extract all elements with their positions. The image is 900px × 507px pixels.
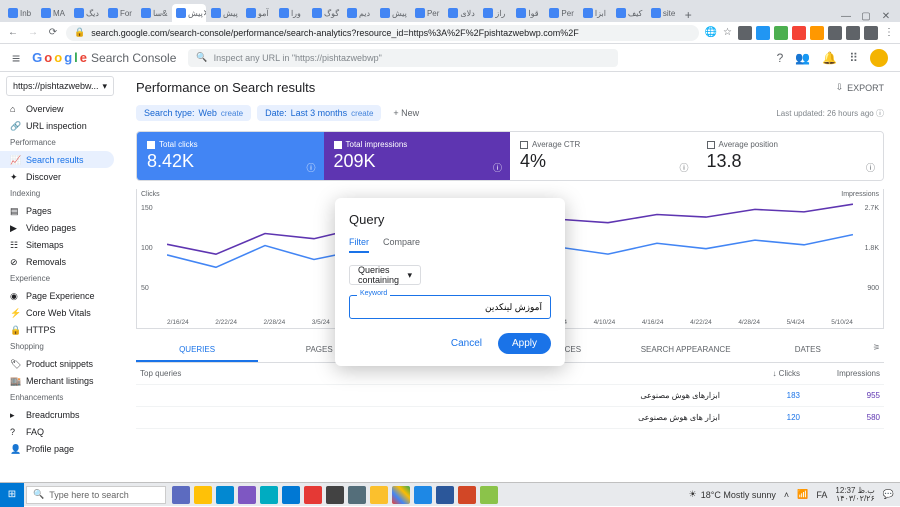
taskbar-apps: [172, 486, 498, 504]
extension-icon[interactable]: [756, 26, 770, 40]
browser-tab[interactable]: گوگ: [308, 4, 342, 22]
taskbar-app-icon[interactable]: [414, 486, 432, 504]
browser-tab[interactable]: پیش: [376, 4, 410, 22]
extension-icon[interactable]: [738, 26, 752, 40]
sun-icon: ☀: [689, 489, 697, 500]
taskbar-app-icon[interactable]: [260, 486, 278, 504]
browser-tab[interactable]: سا&: [137, 4, 171, 22]
extension-icon[interactable]: [774, 26, 788, 40]
nav-reload[interactable]: ⟳: [46, 27, 60, 38]
tray-chevron-icon[interactable]: ˄: [784, 490, 789, 500]
window-maximize[interactable]: ▢: [856, 11, 876, 22]
taskbar-chrome-icon[interactable]: [392, 486, 410, 504]
taskbar-app-icon[interactable]: [348, 486, 366, 504]
extension-icon[interactable]: [810, 26, 824, 40]
taskbar-app-icon[interactable]: [238, 486, 256, 504]
browser-tab[interactable]: site: [647, 4, 679, 22]
browser-tab[interactable]: Inb: [4, 4, 36, 22]
browser-tab[interactable]: پیش✕: [172, 4, 206, 22]
clock-date[interactable]: ۱۴۰۳/۰۲/۲۶: [835, 495, 874, 503]
keyword-input[interactable]: [349, 295, 551, 319]
window-close[interactable]: ✕: [876, 11, 896, 22]
modal-tab-filter[interactable]: Filter: [349, 237, 369, 253]
taskbar-powerpoint-icon[interactable]: [458, 486, 476, 504]
taskbar-app-icon[interactable]: [480, 486, 498, 504]
browser-tab[interactable]: دلای: [444, 4, 478, 22]
windows-taskbar: ⊞ 🔍 Type here to search ☀ 18°C Mostly su…: [0, 482, 900, 506]
url-input[interactable]: 🔒 search.google.com/search-console/perfo…: [66, 25, 699, 41]
taskbar-word-icon[interactable]: [436, 486, 454, 504]
window-minimize[interactable]: —: [836, 11, 856, 22]
translate-icon[interactable]: 🌐: [705, 27, 717, 38]
browser-tab[interactable]: دیگ: [70, 4, 103, 22]
chevron-down-icon: ▾: [407, 270, 412, 281]
filter-operator-dropdown[interactable]: Queries containing ▾: [349, 265, 421, 285]
browser-tab[interactable]: ورا: [275, 4, 307, 22]
extension-icon[interactable]: [792, 26, 806, 40]
url-text: search.google.com/search-console/perform…: [91, 28, 579, 38]
browser-tab[interactable]: MA: [37, 4, 69, 22]
cancel-button[interactable]: Cancel: [443, 333, 490, 354]
taskbar-app-icon[interactable]: [326, 486, 344, 504]
browser-tab[interactable]: ابزا: [579, 4, 611, 22]
language-indicator[interactable]: FA: [816, 490, 827, 500]
taskbar-app-icon[interactable]: [370, 486, 388, 504]
modal-tab-compare[interactable]: Compare: [383, 237, 420, 253]
browser-tab[interactable]: آمو: [242, 4, 274, 22]
site-info-icon[interactable]: 🔒: [74, 27, 85, 38]
tray-wifi-icon[interactable]: 📶: [797, 489, 808, 500]
keyword-field-label: Keyword: [357, 290, 390, 297]
taskbar-search[interactable]: 🔍 Type here to search: [26, 486, 166, 504]
browser-tab[interactable]: Per: [545, 4, 577, 22]
search-icon: 🔍: [33, 489, 44, 500]
weather-widget[interactable]: ☀ 18°C Mostly sunny: [689, 489, 776, 500]
new-tab-button[interactable]: +: [680, 8, 696, 22]
taskbar-app-icon[interactable]: [304, 486, 322, 504]
apply-button[interactable]: Apply: [498, 333, 551, 354]
browser-tab[interactable]: راز: [479, 4, 511, 22]
taskbar-app-icon[interactable]: [282, 486, 300, 504]
browser-menu-icon[interactable]: ⋮: [884, 27, 894, 38]
browser-tab[interactable]: Per: [411, 4, 443, 22]
taskbar-app-icon[interactable]: [194, 486, 212, 504]
address-bar: ← → ⟳ 🔒 search.google.com/search-console…: [0, 22, 900, 44]
browser-tab[interactable]: For: [104, 4, 136, 22]
extensions: [738, 26, 878, 40]
bookmark-icon[interactable]: ☆: [723, 27, 732, 38]
start-button[interactable]: ⊞: [0, 483, 24, 507]
nav-forward[interactable]: →: [26, 27, 40, 38]
extension-icon[interactable]: [864, 26, 878, 40]
browser-tab[interactable]: کیف: [612, 4, 646, 22]
action-center-icon[interactable]: 💬: [883, 489, 894, 500]
browser-tab-strip: InbMAدیگForسا&پیش✕پیشآمووراگوگدیمپیشPerد…: [0, 0, 900, 22]
browser-tab[interactable]: دیم: [343, 4, 375, 22]
query-filter-modal: Query Filter Compare Queries containing …: [335, 198, 565, 366]
extension-icon[interactable]: [846, 26, 860, 40]
extension-icon[interactable]: [828, 26, 842, 40]
modal-title: Query: [349, 212, 551, 227]
tab-close-icon[interactable]: ✕: [203, 8, 206, 19]
taskbar-app-icon[interactable]: [216, 486, 234, 504]
browser-tab[interactable]: قوا: [512, 4, 544, 22]
taskbar-app-icon[interactable]: [172, 486, 190, 504]
nav-back[interactable]: ←: [6, 27, 20, 38]
browser-tab[interactable]: پیش: [207, 4, 241, 22]
